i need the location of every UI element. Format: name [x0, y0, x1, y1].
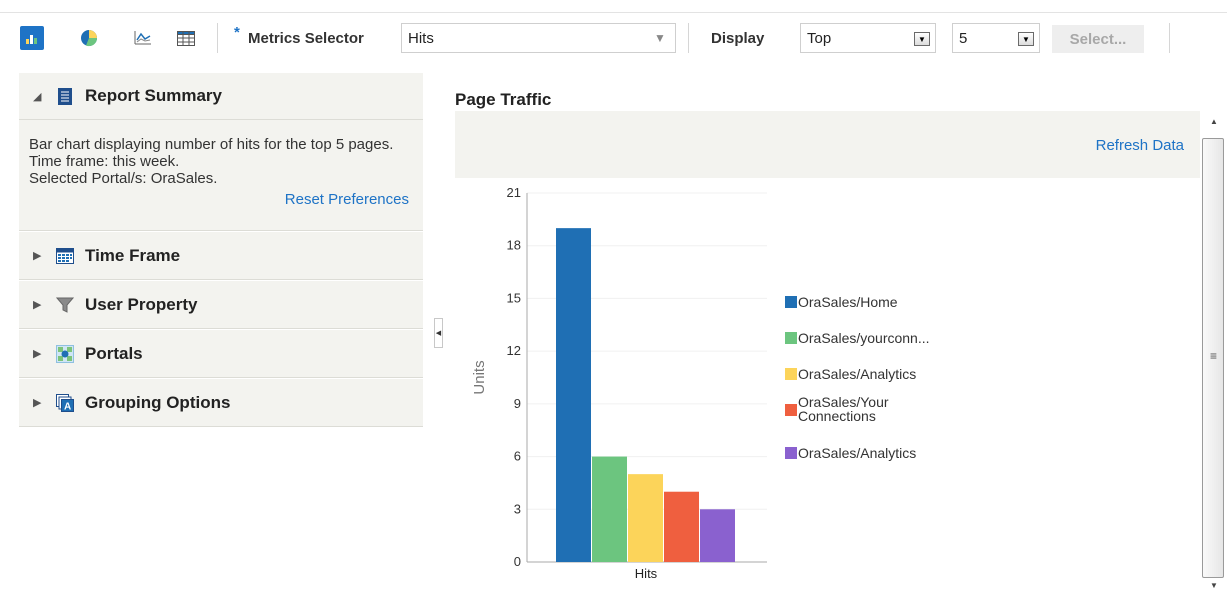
table-icon — [177, 30, 195, 46]
collapse-panel-handle[interactable]: ◀ — [434, 318, 443, 348]
legend-swatch — [785, 447, 797, 459]
time-frame-header[interactable]: ▶ Time Frame — [19, 231, 423, 280]
y-tick-label: 3 — [514, 501, 521, 516]
legend-label: OraSales/Home — [798, 294, 898, 310]
legend-label: OraSales/Analytics — [798, 445, 916, 461]
legend-swatch — [785, 368, 797, 380]
grouping-icon: A — [55, 393, 75, 413]
select-button[interactable]: Select... — [1052, 25, 1144, 53]
y-tick-label: 9 — [514, 396, 521, 411]
display-count-select[interactable]: 5 ▼ — [952, 23, 1040, 53]
y-axis-label: Units — [471, 360, 488, 394]
bar — [628, 474, 663, 562]
display-mode-value: Top — [807, 30, 832, 47]
legend-label: OraSales/yourconn... — [798, 330, 930, 346]
report-summary-title: Report Summary — [85, 86, 222, 105]
app-root: * Metrics Selector Hits ▼ Display Top ▼ … — [0, 0, 1227, 590]
table-view-button[interactable] — [174, 26, 198, 50]
display-mode-select[interactable]: Top ▼ — [800, 23, 936, 53]
grouping-options-header[interactable]: ▶ A Grouping Options — [19, 378, 423, 427]
line-chart-icon — [134, 31, 151, 45]
metrics-selector-value: Hits — [408, 30, 434, 47]
reset-preferences-link[interactable]: Reset Preferences — [29, 191, 409, 208]
bar — [700, 509, 735, 562]
bar — [664, 491, 699, 562]
user-property-header[interactable]: ▶ User Property — [19, 280, 423, 329]
portals-title: Portals — [85, 343, 143, 363]
pie-chart-view-button[interactable] — [77, 26, 101, 50]
legend-label: Connections — [798, 408, 876, 424]
user-property-title: User Property — [85, 294, 198, 314]
y-tick-label: 6 — [514, 449, 521, 464]
y-tick-label: 0 — [514, 554, 521, 569]
dropdown-arrow-icon[interactable]: ▼ — [1018, 32, 1034, 46]
x-category-label: Hits — [635, 566, 658, 581]
expanded-triangle-icon: ◢ — [33, 90, 42, 103]
y-tick-label: 12 — [507, 343, 521, 358]
page-title: Page Traffic — [455, 90, 552, 109]
bar-chart-icon — [26, 35, 37, 44]
dropdown-arrow-icon[interactable]: ▼ — [914, 32, 930, 46]
grouping-options-title: Grouping Options — [85, 392, 231, 412]
bar-chart: 0 3 6 9 12 15 18 21 Units Hits OraSales/Home OraSal… — [471, 185, 930, 581]
toolbar-separator — [217, 23, 218, 53]
collapse-left-icon: ◀ — [435, 330, 442, 337]
y-tick-label: 21 — [507, 185, 521, 200]
bar — [592, 456, 627, 562]
pie-chart-icon — [81, 30, 98, 47]
chevron-down-icon[interactable]: ▼ — [645, 24, 675, 52]
refresh-data-link[interactable]: Refresh Data — [1096, 137, 1184, 154]
legend-label: OraSales/Analytics — [798, 366, 916, 382]
legend-swatch — [785, 332, 797, 344]
vertical-scrollbar[interactable]: ▲ ≡ ▼ — [1200, 108, 1227, 590]
calendar-icon — [55, 246, 75, 266]
display-label: Display — [711, 30, 765, 47]
toolbar-separator — [688, 23, 689, 53]
report-options-panel: ◢ Report Summary Bar chart displaying nu… — [19, 72, 423, 427]
report-summary-header[interactable]: ◢ Report Summary — [19, 72, 423, 120]
y-tick-label: 15 — [507, 290, 521, 305]
portal-icon — [55, 344, 75, 364]
y-tick-label: 18 — [507, 238, 521, 253]
chart-container: 0 3 6 9 12 15 18 21 Units Hits OraSales/Home OraSal… — [455, 178, 1200, 590]
collapsed-triangle-icon: ▶ — [33, 250, 42, 262]
summary-line: Time frame: this week. — [29, 153, 180, 170]
required-indicator: * — [234, 24, 240, 41]
document-icon — [55, 86, 75, 106]
legend-swatch — [785, 296, 797, 308]
scrollbar-thumb[interactable]: ≡ — [1202, 138, 1224, 578]
portals-header[interactable]: ▶ Portals — [19, 329, 423, 378]
scroll-down-icon[interactable]: ▼ — [1209, 578, 1219, 590]
summary-line: Selected Portal/s: OraSales. — [29, 170, 218, 187]
bar-chart-view-button[interactable] — [20, 26, 44, 50]
scroll-up-icon[interactable]: ▲ — [1209, 114, 1219, 128]
time-frame-title: Time Frame — [85, 245, 181, 265]
legend-swatch — [785, 404, 797, 416]
metrics-selector-label: Metrics Selector — [248, 30, 364, 47]
toolbar-separator — [1169, 23, 1170, 53]
metrics-selector-dropdown[interactable]: Hits ▼ — [401, 23, 676, 53]
line-chart-view-button[interactable] — [131, 26, 155, 50]
chart-toolbar: Refresh Data — [455, 111, 1200, 178]
summary-line: Bar chart displaying number of hits for … — [29, 136, 394, 153]
filter-icon — [55, 295, 75, 315]
bar — [556, 228, 591, 562]
svg-text:A: A — [64, 401, 71, 412]
collapsed-triangle-icon: ▶ — [33, 348, 42, 360]
collapsed-triangle-icon: ▶ — [33, 397, 42, 409]
collapsed-triangle-icon: ▶ — [33, 299, 42, 311]
report-summary-body: Bar chart displaying number of hits for … — [19, 120, 423, 231]
toolbar: * Metrics Selector Hits ▼ Display Top ▼ … — [0, 12, 1227, 60]
grip-icon: ≡ — [1210, 349, 1218, 363]
display-count-value: 5 — [959, 30, 968, 47]
